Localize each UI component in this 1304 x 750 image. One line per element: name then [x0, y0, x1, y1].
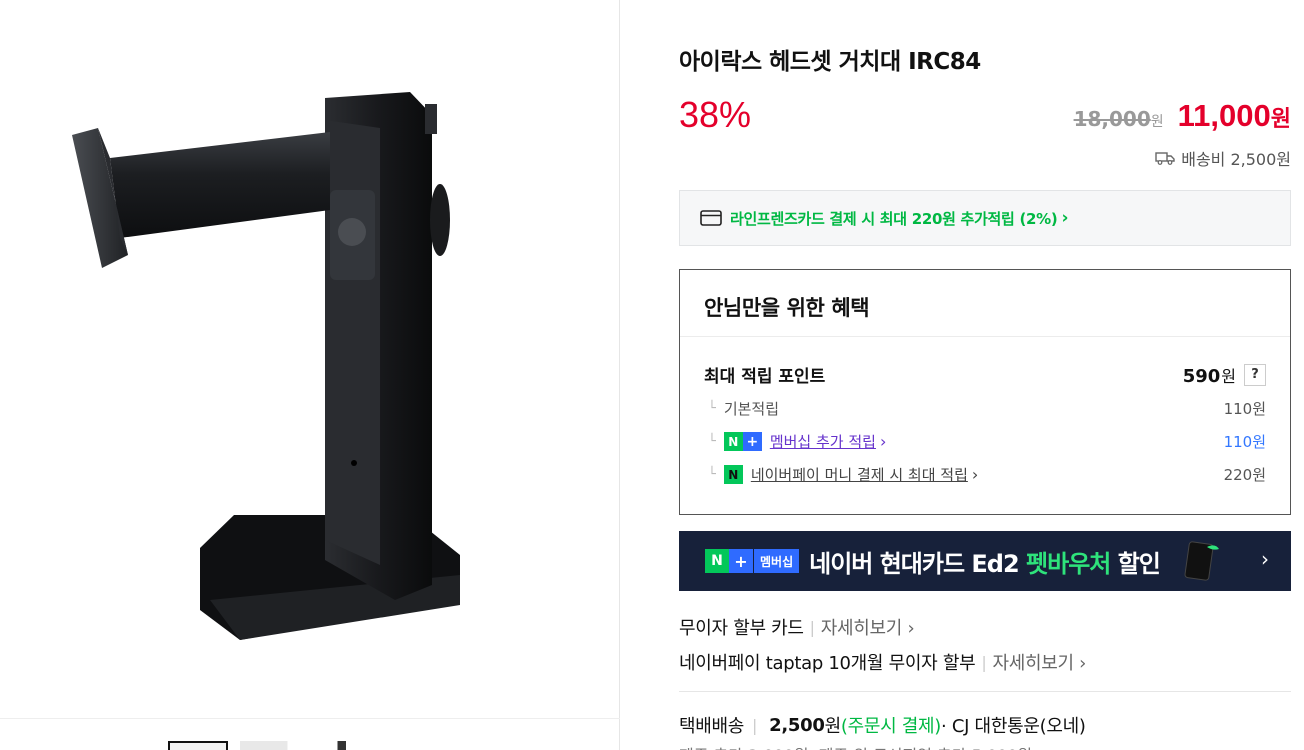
chevron-right-icon: ›: [1061, 208, 1069, 228]
truck-icon: [1155, 152, 1175, 165]
original-price-unit: 원: [1150, 114, 1164, 130]
separator: |: [752, 715, 758, 735]
original-price: 18,000: [1073, 107, 1151, 131]
chevron-right-icon: ›: [971, 465, 979, 484]
credit-card-icon: [700, 210, 722, 226]
plus-icon: +: [742, 432, 762, 451]
discount-rate: 38%: [679, 94, 752, 135]
thumbnail-bar: [0, 718, 620, 750]
max-points-value: 590원: [1183, 363, 1236, 387]
chevron-right-icon: ›: [1261, 547, 1269, 571]
max-points-number: 590: [1182, 365, 1221, 387]
naver-pay-icon: N: [723, 465, 743, 484]
membership-points-row: └ N + 멤버십 추가 적립 › 110원: [704, 431, 1266, 452]
question-icon[interactable]: ?: [1244, 363, 1266, 386]
card-image-icon: [1184, 541, 1219, 581]
product-image[interactable]: [0, 0, 620, 718]
naverpay-points-value: 220원: [1223, 466, 1266, 484]
tree-corner-icon: └: [708, 401, 716, 416]
ad-text-end: 할인: [1110, 549, 1161, 578]
delivery-method: 택배배송: [679, 716, 745, 737]
installment-row: 무이자 할부 카드 | 자세히보기 ›: [679, 614, 915, 640]
delivery-info: 택배배송 | 2,500 원 (주문시 결제) · CJ 대한통운(오네): [679, 712, 1086, 738]
basic-points-row: └ 기본적립 110원: [704, 398, 1266, 419]
delivery-fee-unit: 원: [824, 716, 842, 737]
separator: |: [981, 652, 987, 672]
max-points-label: 최대 적립 포인트: [704, 367, 826, 387]
naver-pay-badge-icon: N: [723, 465, 743, 484]
price-box: 18,000 원 11,000 원: [1074, 98, 1291, 134]
sale-price-unit: 원: [1270, 107, 1291, 132]
ad-text: 네이버 현대카드 Ed2 펫바우처 할인: [809, 544, 1161, 579]
membership-label: 멤버십: [753, 549, 800, 573]
card-promo-banner[interactable]: 라인프렌즈카드 결제 시 최대 220원 추가적립 (2%) ›: [679, 190, 1291, 246]
product-title: 아이락스 헤드셋 거치대 IRC84: [679, 49, 981, 75]
membership-badge-icon: N + 멤버십: [705, 549, 800, 573]
detail-link[interactable]: 자세히보기 ›: [992, 649, 1086, 675]
ad-text-main: 네이버 현대카드 Ed2: [809, 549, 1027, 578]
card-ad-banner[interactable]: N + 멤버십 네이버 현대카드 Ed2 펫바우처 할인 ›: [679, 531, 1291, 591]
installment-label: 네이버페이 taptap 10개월 무이자 할부: [679, 653, 976, 674]
shipping-fee-text: 배송비 2,500원: [1181, 150, 1291, 169]
delivery-carrier: · CJ 대한통운(오네): [941, 716, 1086, 737]
installment-row: 네이버페이 taptap 10개월 무이자 할부 | 자세히보기 ›: [679, 649, 1086, 675]
basic-points-label: 기본적립: [723, 400, 780, 418]
delivery-extra-fee: 제주 추가 3,000원, 제주 외 도서지역 추가 5,000원: [679, 742, 1032, 750]
naverpay-points-row: └ N 네이버페이 머니 결제 시 최대 적립 › 220원: [704, 464, 1266, 485]
membership-points-link[interactable]: 멤버십 추가 적립: [770, 431, 876, 452]
product-info-panel: 아이락스 헤드셋 거치대 IRC84 38% 18,000 원 11,000 원…: [679, 0, 1291, 750]
divider: [680, 336, 1290, 337]
separator: |: [809, 617, 815, 637]
max-points-unit: 원: [1221, 366, 1236, 386]
benefit-box: 안님만을 위한 혜택 최대 적립 포인트 590원 ? └ 기본적립 110원 …: [679, 269, 1291, 515]
benefit-title: 안님만을 위한 혜택: [704, 296, 870, 320]
delivery-condition: (주문시 결제): [840, 716, 942, 737]
basic-points-value: 110원: [1223, 400, 1266, 418]
divider: [679, 691, 1291, 692]
tree-corner-icon: └: [708, 434, 716, 449]
ad-text-highlight: 펫바우처: [1026, 549, 1111, 578]
naver-n-icon: N: [705, 549, 729, 573]
naver-n-icon: N: [723, 432, 743, 451]
naver-plus-badge-icon: N +: [723, 432, 762, 451]
installment-label: 무이자 할부 카드: [679, 618, 804, 639]
chevron-right-icon: ›: [879, 432, 887, 451]
thumbnail-1[interactable]: [168, 741, 228, 750]
delivery-fee: 2,500: [769, 714, 825, 736]
detail-link[interactable]: 자세히보기 ›: [821, 614, 915, 640]
card-promo-text: 라인프렌즈카드 결제 시 최대 220원 추가적립 (2%): [730, 209, 1058, 228]
shipping-fee: 배송비 2,500원: [1155, 146, 1291, 170]
plus-icon: +: [729, 549, 753, 573]
max-points-row: 최대 적립 포인트 590원 ?: [704, 362, 1266, 387]
tree-corner-icon: └: [708, 467, 716, 482]
naverpay-points-link[interactable]: 네이버페이 머니 결제 시 최대 적립: [751, 464, 968, 485]
membership-points-value: 110원: [1223, 433, 1266, 451]
product-image-area: [0, 0, 620, 750]
sale-price: 11,000: [1177, 98, 1271, 133]
thumbnail-2[interactable]: [240, 741, 346, 750]
